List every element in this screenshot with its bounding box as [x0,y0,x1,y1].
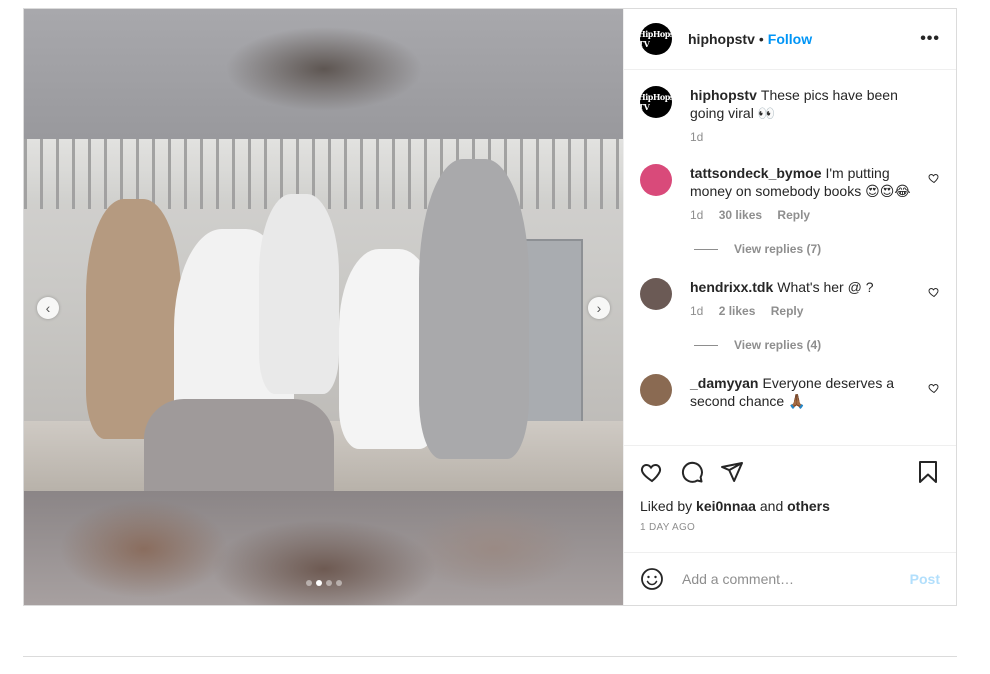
comment-likes[interactable]: 2 likes [719,304,756,318]
post-side-panel: HipHops TV hiphopstv • Follow ••• HipHop… [623,9,956,605]
previous-image-button[interactable]: ‹ [37,297,59,319]
photo-figure [259,194,339,394]
replies-line [694,248,718,250]
comment-icon[interactable] [680,460,704,484]
photo-railing [24,139,623,209]
avatar-logo-text: HipHops TV [640,92,672,112]
comment-body: hendrixx.tdk What's her @ ? 1d 2 likes Re… [690,278,920,320]
share-icon[interactable] [720,460,744,484]
caption-username[interactable]: hiphopstv [690,87,757,103]
comment-time[interactable]: 1d [690,304,703,318]
view-replies-label: View replies (4) [734,338,822,352]
heart-icon[interactable] [928,286,940,298]
caption: HipHops TV hiphopstv These pics have been… [640,86,940,146]
bookmark-icon[interactable] [916,460,940,484]
post-comment-button[interactable]: Post [910,571,940,587]
carousel-dot [315,580,322,586]
photo-figure [419,159,529,459]
liked-by-prefix: Liked by [640,498,693,514]
liked-by: Liked by kei0nnaa and others [640,498,940,514]
carousel-dot [335,580,342,586]
caption-avatar[interactable]: HipHops TV [640,86,672,118]
comment-avatar[interactable] [640,278,672,310]
post-actions: Liked by kei0nnaa and others 1 DAY AGO [624,445,956,555]
photo-figure [144,399,334,491]
comment-item: hendrixx.tdk What's her @ ? 1d 2 likes Re… [640,278,940,320]
chevron-left-icon: ‹ [45,300,51,316]
comment-body: _damyyan Everyone deserves a second chanc… [690,374,920,410]
comment-username[interactable]: hendrixx.tdk [690,279,773,295]
caption-time[interactable]: 1d [690,130,703,144]
comment-body: tattsondeck_bymoe I'm putting money on so… [690,164,920,224]
post-media[interactable]: ‹ › [24,9,623,605]
comment-username[interactable]: _damyyan [690,375,758,391]
header-separator: • [758,31,764,47]
author-avatar[interactable]: HipHops TV [640,23,672,55]
carousel-dot [325,580,332,586]
comment-avatar[interactable] [640,374,672,406]
post-header: HipHops TV hiphopstv • Follow ••• [624,9,956,70]
chevron-right-icon: › [596,300,602,316]
avatar-logo-text: HipHops TV [640,29,672,49]
action-icons [640,460,940,484]
carousel-indicator [24,573,623,591]
view-replies-button[interactable]: View replies (7) [694,242,940,256]
comment-likes[interactable]: 30 likes [719,208,762,222]
page-divider [23,656,957,657]
emoji-icon[interactable] [640,567,664,591]
comment-text: What's her @ ? [777,279,874,295]
view-replies-button[interactable]: View replies (4) [694,338,940,352]
heart-icon[interactable] [928,172,940,184]
comment-avatar[interactable] [640,164,672,196]
post-photo[interactable] [24,139,623,491]
add-comment-input[interactable] [680,570,910,588]
comment-meta: 1d 2 likes Reply [690,302,920,320]
view-replies-label: View replies (7) [734,242,822,256]
comments-list[interactable]: HipHops TV hiphopstv These pics have been… [624,70,956,446]
replies-line [694,344,718,346]
comment-item: tattsondeck_bymoe I'm putting money on so… [640,164,940,224]
comment-item: _damyyan Everyone deserves a second chanc… [640,374,940,410]
author-username[interactable]: hiphopstv [688,31,755,47]
liked-by-others[interactable]: others [787,498,830,514]
comment-meta: 1d 30 likes Reply [690,206,920,224]
more-options-icon[interactable]: ••• [920,30,940,48]
heart-icon[interactable] [640,460,664,484]
reply-button[interactable]: Reply [777,208,810,222]
post-date[interactable]: 1 DAY AGO [640,522,940,533]
follow-button[interactable]: Follow [768,31,812,47]
reply-button[interactable]: Reply [771,304,804,318]
add-comment-bar: Post [624,552,956,605]
liked-by-and: and [759,498,784,514]
heart-icon[interactable] [928,382,940,394]
caption-meta: 1d [690,128,920,146]
instagram-post: ‹ › HipHops TV hiphopstv • Follow ••• Hi… [23,8,957,606]
comment-time[interactable]: 1d [690,208,703,222]
carousel-dot [305,580,312,586]
next-image-button[interactable]: › [588,297,610,319]
liked-by-user[interactable]: kei0nnaa [696,498,756,514]
caption-body: hiphopstv These pics have been going vira… [690,86,920,146]
comment-username[interactable]: tattsondeck_bymoe [690,165,821,181]
